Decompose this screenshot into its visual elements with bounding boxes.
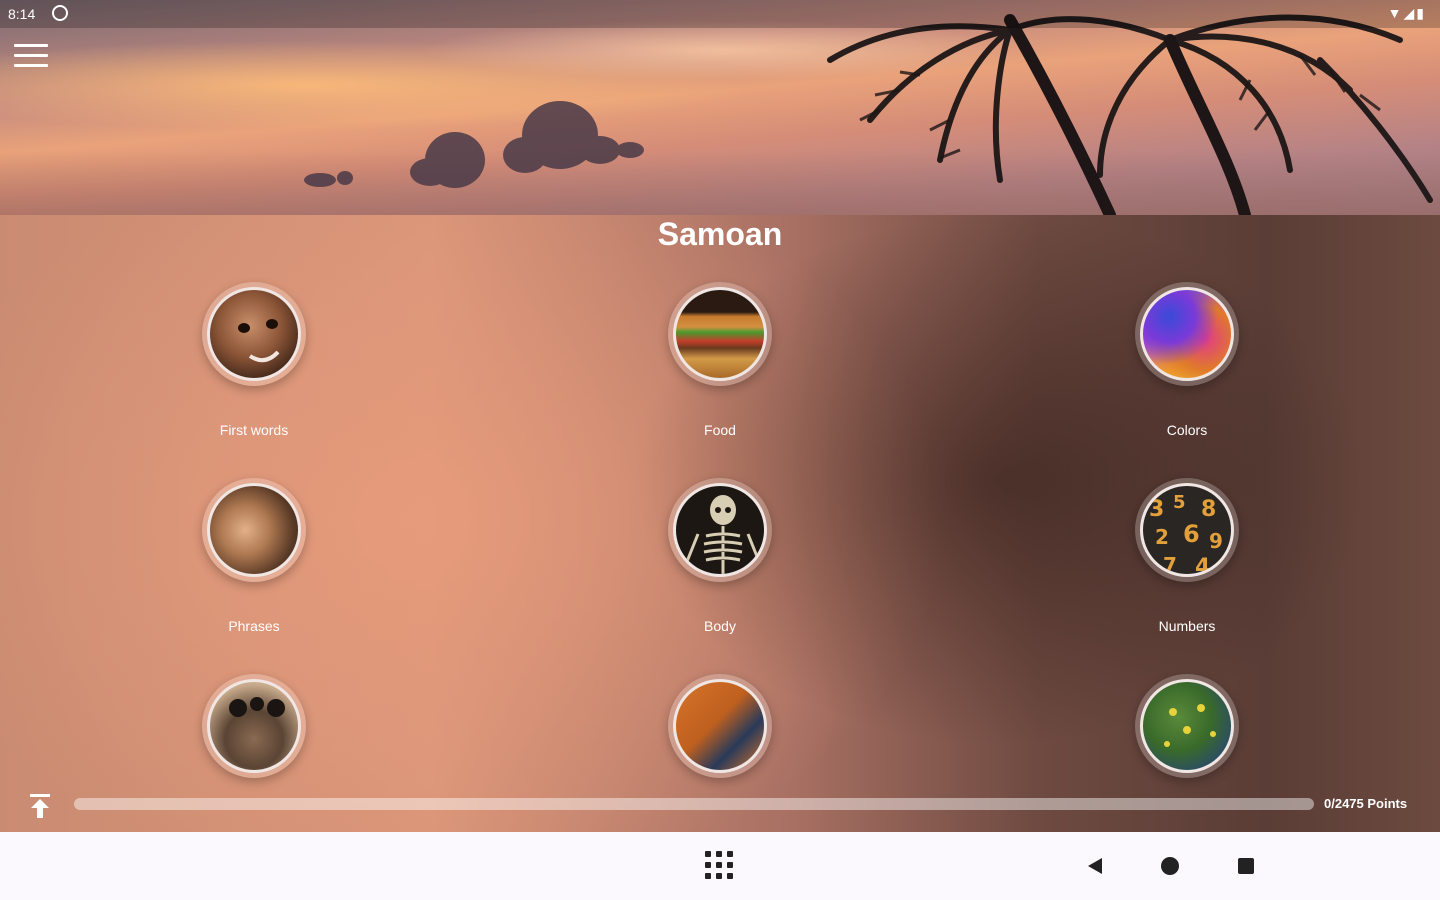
home-icon[interactable] <box>1152 848 1188 884</box>
svg-text:7: 7 <box>1163 553 1177 577</box>
category-label: Phrases <box>228 618 280 634</box>
category-label: Food <box>704 422 736 438</box>
svg-text:5: 5 <box>1173 492 1186 513</box>
category-item[interactable] <box>600 674 840 778</box>
hero-banner <box>0 0 1440 215</box>
system-nav-bar <box>0 832 1440 900</box>
category-food[interactable]: Food <box>600 282 840 438</box>
back-icon[interactable] <box>1078 848 1114 884</box>
skeleton-photo <box>673 483 767 577</box>
status-bar: 8:14 ▼◢▮ <box>0 0 1440 28</box>
svg-text:8: 8 <box>1201 497 1216 522</box>
status-icons: ▼◢▮ <box>1388 5 1426 22</box>
recents-icon[interactable] <box>1228 848 1264 884</box>
category-first-words[interactable]: First words <box>134 282 374 438</box>
svg-text:6: 6 <box>1183 520 1200 548</box>
category-label: Body <box>704 618 736 634</box>
wifi-icon: ▼ <box>1387 5 1404 21</box>
alarm-clock-photo <box>207 679 301 773</box>
points-label: 0/2475 Points <box>1324 796 1408 811</box>
category-item[interactable] <box>134 674 374 778</box>
signal-icon: ◢ <box>1403 5 1417 21</box>
apps-grid-icon[interactable] <box>702 848 738 884</box>
svg-text:4: 4 <box>1195 555 1210 577</box>
lily-pads-photo <box>1140 679 1234 773</box>
color-powder-photo <box>1140 287 1234 381</box>
svg-text:3: 3 <box>1149 497 1164 522</box>
svg-text:9: 9 <box>1209 529 1223 553</box>
page-title: Samoan <box>657 216 783 252</box>
notification-icon <box>52 5 68 21</box>
category-item[interactable] <box>1067 674 1307 778</box>
status-time: 8:14 <box>8 6 36 22</box>
numbers-photo: 358 269 74 <box>1140 483 1234 577</box>
shopping-cart-photo <box>673 679 767 773</box>
category-phrases[interactable]: Phrases <box>134 478 374 634</box>
scroll-to-top-icon[interactable] <box>28 792 52 820</box>
category-numbers[interactable]: 358 269 74 Numbers <box>1067 478 1307 634</box>
baby-face-photo <box>207 287 301 381</box>
burger-photo <box>673 287 767 381</box>
woman-photo <box>207 483 301 577</box>
sunset-scenery <box>304 14 1433 215</box>
category-body[interactable]: Body <box>600 478 840 634</box>
svg-text:2: 2 <box>1155 525 1169 549</box>
category-label: Colors <box>1166 422 1208 438</box>
points-progress-bar <box>74 798 1314 810</box>
category-label: Numbers <box>1158 618 1216 634</box>
app-screen: 8:14 ▼◢▮ Samoan First words Food Colors … <box>0 0 1440 832</box>
category-colors[interactable]: Colors <box>1067 282 1307 438</box>
progress-row: 0/2475 Points <box>0 786 1440 826</box>
hamburger-menu-icon[interactable] <box>14 44 48 70</box>
category-label: First words <box>219 422 289 438</box>
battery-icon: ▮ <box>1416 5 1426 21</box>
